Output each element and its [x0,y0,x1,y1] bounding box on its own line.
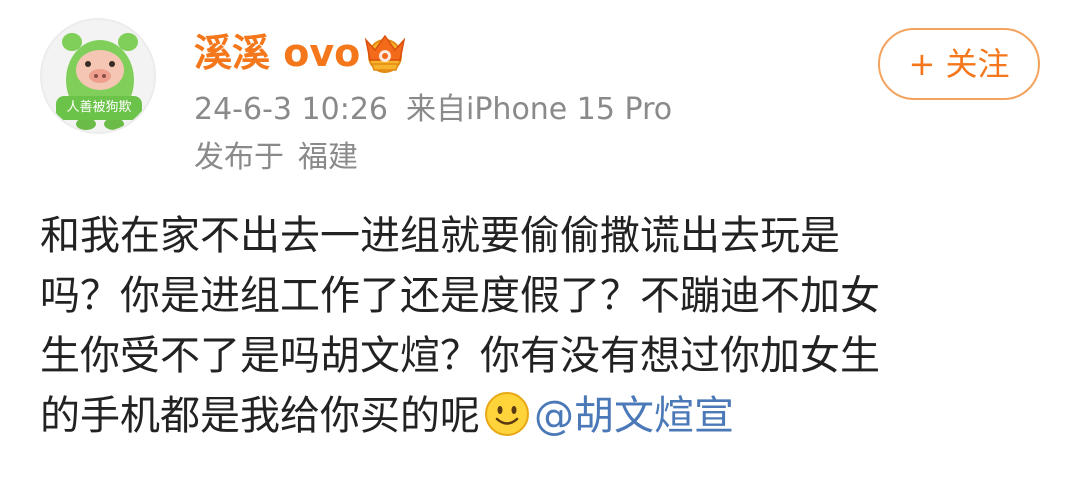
crown-icon [364,34,406,73]
weibo-post: 人善被狗欺 溪溪 ovo 24-6-3 10:26 来自iPhone 15 Pro… [0,0,1080,492]
post-text-last-line: 的手机都是我给你买的呢 @胡文煊宣 [40,386,1040,446]
post-text-line: 的手机都是我给你买的呢 [40,393,480,439]
username[interactable]: 溪溪 ovo [194,30,360,76]
avatar[interactable]: 人善被狗欺 [40,18,156,134]
location-name: 福建 [298,140,358,175]
avatar-badge: 人善被狗欺 [56,96,142,120]
post-text: 和我在家不出去一进组就要偷偷撒谎出去玩是 吗？你是进组工作了还是度假了？不蹦迪不… [40,206,1040,446]
post-location: 发布于 福建 [194,138,372,178]
post-text-line: 和我在家不出去一进组就要偷偷撒谎出去玩是 [40,213,840,259]
location-prefix: 发布于 [194,140,284,175]
follow-button[interactable]: + 关注 [878,28,1040,100]
post-text-line: 吗？你是进组工作了还是度假了？不蹦迪不加女 [40,273,880,319]
post-meta: 24-6-3 10:26 来自iPhone 15 Pro [194,90,690,130]
timestamp: 24-6-3 10:26 [194,92,388,127]
post-text-line: 生你受不了是吗胡文煊？你有没有想过你加女生 [40,333,880,379]
mention-link[interactable]: @胡文煊宣 [534,393,734,439]
post-source: 来自iPhone 15 Pro [406,92,673,127]
smiley-icon [485,392,529,436]
